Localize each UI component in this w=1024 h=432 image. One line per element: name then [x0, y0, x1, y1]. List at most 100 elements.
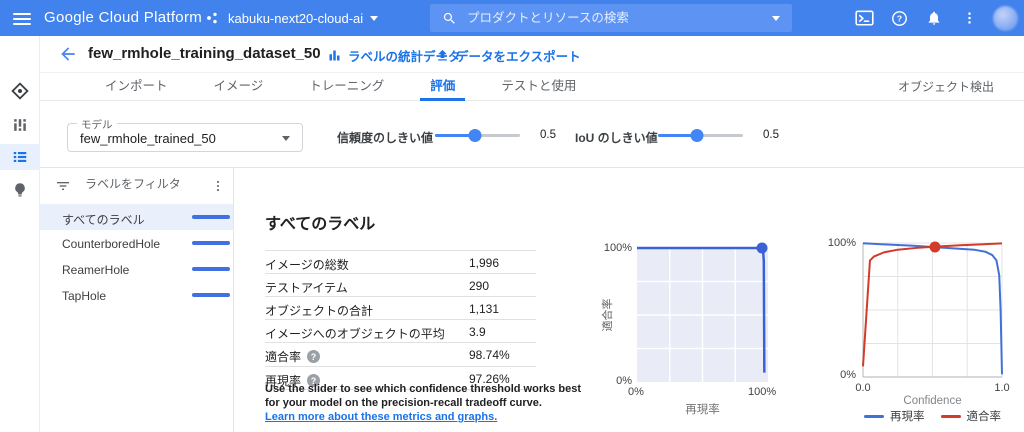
- back-arrow-icon[interactable]: [58, 44, 80, 66]
- learn-more-link[interactable]: Learn more about these metrics and graph…: [265, 411, 497, 423]
- confidence-threshold-point[interactable]: [930, 241, 941, 252]
- table-row: テストアイテム 290: [265, 273, 536, 296]
- tab-import[interactable]: インポート: [95, 73, 178, 101]
- hamburger-menu-icon[interactable]: [10, 8, 34, 28]
- rail-item-evaluate-list[interactable]: [0, 144, 40, 170]
- model-select-value: few_rmhole_trained_50: [80, 131, 216, 146]
- rail-item-vision-home[interactable]: [0, 78, 40, 104]
- model-select[interactable]: モデル few_rmhole_trained_50: [67, 123, 303, 152]
- stat-value: 290: [469, 279, 489, 293]
- export-data-button[interactable]: データをエクスポート: [435, 46, 581, 65]
- confidence-chart-canvas: [863, 243, 1002, 377]
- export-data-label: データをエクスポート: [456, 46, 581, 65]
- more-options-icon[interactable]: [958, 7, 980, 29]
- vision-diamond-icon: [9, 80, 31, 102]
- svg-text:?: ?: [896, 13, 901, 23]
- chevron-down-icon: [370, 16, 378, 21]
- legend-label: 再現率: [890, 408, 925, 424]
- iou-slider-thumb[interactable]: [691, 129, 704, 142]
- legend-item-recall: 再現率: [864, 408, 925, 424]
- label-score-bar: [192, 215, 230, 219]
- rail-item-predict[interactable]: [0, 177, 40, 203]
- tab-images[interactable]: イメージ: [204, 73, 274, 101]
- pr-chart-canvas: [637, 248, 768, 382]
- note-text: Use the slider to see which confidence t…: [265, 383, 581, 409]
- conf-chart-xtick-0: 0.0: [853, 382, 873, 394]
- table-row: イメージの総数 1,996: [265, 250, 536, 273]
- label-name: すべてのラベル: [62, 211, 145, 228]
- model-select-label: モデル: [77, 117, 117, 132]
- filter-menu-dots-icon[interactable]: [211, 177, 225, 195]
- confidence-slider-thumb[interactable]: [468, 129, 481, 142]
- stat-label: イメージの総数: [265, 256, 349, 273]
- dataset-title-bar: few_rmhole_training_dataset_50 ラベルの統計データ…: [40, 36, 1024, 73]
- label-name: CounterboredHole: [62, 237, 160, 251]
- conf-chart-ytick-0: 0%: [824, 369, 856, 381]
- iou-threshold-value: 0.5: [763, 129, 779, 141]
- confidence-threshold-label: 信頼度のしきい値: [337, 129, 433, 146]
- tabs: インポート イメージ トレーニング 評価 テストと使用: [95, 73, 586, 101]
- product-logo[interactable]: Google Cloud Platform: [44, 0, 202, 36]
- help-icon[interactable]: ?: [888, 7, 910, 29]
- legend-item-precision: 適合率: [941, 408, 1002, 424]
- conf-chart-x-axis-title: Confidence: [863, 395, 1002, 407]
- pr-chart-y-axis-title: 適合率: [599, 295, 613, 335]
- tab-evaluation[interactable]: 評価: [420, 73, 465, 101]
- stat-label: 適合率 ?: [265, 348, 320, 365]
- section-heading: すべてのラベル: [265, 210, 375, 234]
- conf-chart-xtick-1: 1.0: [992, 382, 1012, 394]
- search-icon: [442, 11, 457, 26]
- stat-label: イメージへのオブジェクトの平均: [265, 325, 445, 342]
- label-row-all-labels[interactable]: すべてのラベル: [40, 204, 233, 230]
- label-row-reamerhole[interactable]: ReamerHole: [40, 256, 233, 282]
- stat-value: 1,131: [469, 302, 499, 316]
- lightbulb-icon: [11, 181, 29, 199]
- stat-value: 1,996: [469, 256, 499, 270]
- filter-icon: [55, 178, 71, 194]
- avatar[interactable]: [993, 6, 1018, 31]
- project-picker[interactable]: kabuku-next20-cloud-ai: [205, 0, 378, 36]
- vertical-icon-rail: [0, 36, 40, 432]
- divider: [233, 168, 234, 432]
- datasets-icon: [10, 115, 30, 135]
- recall-swatch: [864, 415, 884, 418]
- stat-label: テストアイテム: [265, 279, 348, 296]
- top-actions: ?: [853, 0, 1018, 36]
- iou-threshold-slider[interactable]: [658, 134, 743, 137]
- notifications-bell-icon[interactable]: [923, 7, 945, 29]
- pr-chart-x-axis-title: 再現率: [637, 401, 768, 417]
- pr-curve-point[interactable]: [757, 243, 768, 254]
- chevron-down-icon: [282, 136, 290, 141]
- help-icon[interactable]: ?: [307, 350, 320, 363]
- global-search[interactable]: [430, 4, 792, 32]
- stat-label: オブジェクトの合計: [265, 302, 373, 319]
- label-row-taphole[interactable]: TapHole: [40, 282, 233, 308]
- label-name: TapHole: [62, 289, 106, 303]
- top-navigation-bar: Google Cloud Platform kabuku-next20-clou…: [0, 0, 1024, 36]
- table-row: イメージへのオブジェクトの平均 3.9: [265, 319, 536, 342]
- confidence-chart: [863, 243, 1002, 377]
- stat-value: 3.9: [469, 325, 486, 339]
- tab-bar: インポート イメージ トレーニング 評価 テストと使用 オブジェクト検出: [40, 73, 1024, 101]
- iou-threshold-label: IoU のしきい値: [575, 129, 658, 146]
- table-row: 適合率 ? 98.74%: [265, 342, 536, 366]
- pr-curve-chart: [637, 248, 768, 382]
- search-input[interactable]: [467, 11, 772, 25]
- pr-chart-xtick-100: 100%: [748, 386, 776, 398]
- slider-help-note: Use the slider to see which confidence t…: [265, 382, 585, 424]
- label-filter-input[interactable]: [85, 177, 200, 191]
- tab-test-and-use[interactable]: テストと使用: [491, 73, 586, 101]
- tab-training[interactable]: トレーニング: [299, 73, 394, 101]
- label-score-bar: [192, 241, 230, 245]
- search-scope-caret-icon[interactable]: [772, 16, 780, 21]
- project-name: kabuku-next20-cloud-ai: [228, 11, 363, 26]
- conf-chart-ytick-100: 100%: [824, 237, 856, 249]
- confidence-threshold-slider[interactable]: [435, 134, 520, 137]
- model-type-label: オブジェクト検出: [898, 73, 994, 101]
- gcp-automl-evaluation-page: Google Cloud Platform kabuku-next20-clou…: [0, 0, 1024, 432]
- confidence-threshold-value: 0.5: [540, 129, 556, 141]
- cloud-shell-icon[interactable]: [853, 7, 875, 29]
- page-title: few_rmhole_training_dataset_50: [88, 45, 321, 62]
- rail-item-datasets[interactable]: [0, 112, 40, 138]
- label-row-counterboredhole[interactable]: CounterboredHole: [40, 230, 233, 256]
